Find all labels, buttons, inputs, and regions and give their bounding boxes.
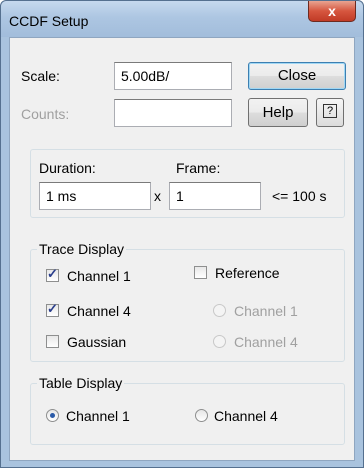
scale-input[interactable]: 5.00dB/ bbox=[114, 62, 232, 90]
table-channel4-label[interactable]: Channel 4 bbox=[214, 408, 278, 424]
times-symbol: x bbox=[154, 188, 161, 204]
table-channel1-radio[interactable] bbox=[46, 409, 59, 422]
title-bar[interactable]: CCDF Setup x bbox=[1, 1, 363, 37]
duration-label: Duration: bbox=[39, 160, 96, 176]
reference-label[interactable]: Reference bbox=[215, 265, 280, 281]
trace-channel1-checkbox[interactable] bbox=[46, 266, 59, 282]
ref-channel4-label[interactable]: Channel 4 bbox=[234, 334, 298, 350]
table-channel1-label[interactable]: Channel 1 bbox=[66, 408, 130, 424]
dialog-body: Scale: 5.00dB/ Close Counts: Help ? Dura… bbox=[9, 37, 355, 461]
trace-channel4-label[interactable]: Channel 4 bbox=[67, 303, 131, 319]
trace-display-group: Trace Display Channel 1 Channel 4 Gaussi… bbox=[30, 241, 345, 362]
ref-channel4-radio[interactable] bbox=[213, 335, 226, 348]
ref-channel1-radio[interactable] bbox=[213, 304, 226, 317]
frame-input[interactable]: 1 bbox=[169, 182, 261, 210]
trace-channel4-checkbox[interactable] bbox=[46, 301, 59, 317]
dialog-window: CCDF Setup x Scale: 5.00dB/ Close Counts… bbox=[0, 0, 364, 468]
gaussian-label[interactable]: Gaussian bbox=[67, 334, 126, 350]
gaussian-checkbox[interactable] bbox=[46, 335, 59, 348]
trace-channel1-label[interactable]: Channel 1 bbox=[67, 268, 131, 284]
frame-label: Frame: bbox=[176, 160, 221, 176]
counts-input[interactable] bbox=[114, 99, 232, 127]
trace-display-title: Trace Display bbox=[37, 241, 127, 257]
ref-channel1-label[interactable]: Channel 1 bbox=[234, 303, 298, 319]
close-button[interactable]: Close bbox=[248, 62, 346, 90]
table-display-group: Table Display Channel 1 Channel 4 bbox=[30, 375, 345, 445]
whats-this-icon[interactable]: ? bbox=[316, 98, 344, 127]
reference-checkbox[interactable] bbox=[194, 266, 207, 279]
question-mark-icon: ? bbox=[323, 104, 337, 118]
window-title: CCDF Setup bbox=[9, 13, 89, 29]
window-close-button[interactable]: x bbox=[308, 1, 356, 22]
table-display-title: Table Display bbox=[37, 375, 125, 391]
help-button[interactable]: Help bbox=[248, 98, 308, 127]
frame-limit-text: <= 100 s bbox=[272, 188, 327, 204]
scale-label: Scale: bbox=[21, 68, 60, 84]
duration-input[interactable]: 1 ms bbox=[39, 182, 151, 210]
counts-label: Counts: bbox=[21, 106, 70, 122]
timing-group: Duration: Frame: 1 ms x 1 <= 100 s bbox=[30, 149, 345, 218]
table-channel4-radio[interactable] bbox=[195, 409, 208, 422]
